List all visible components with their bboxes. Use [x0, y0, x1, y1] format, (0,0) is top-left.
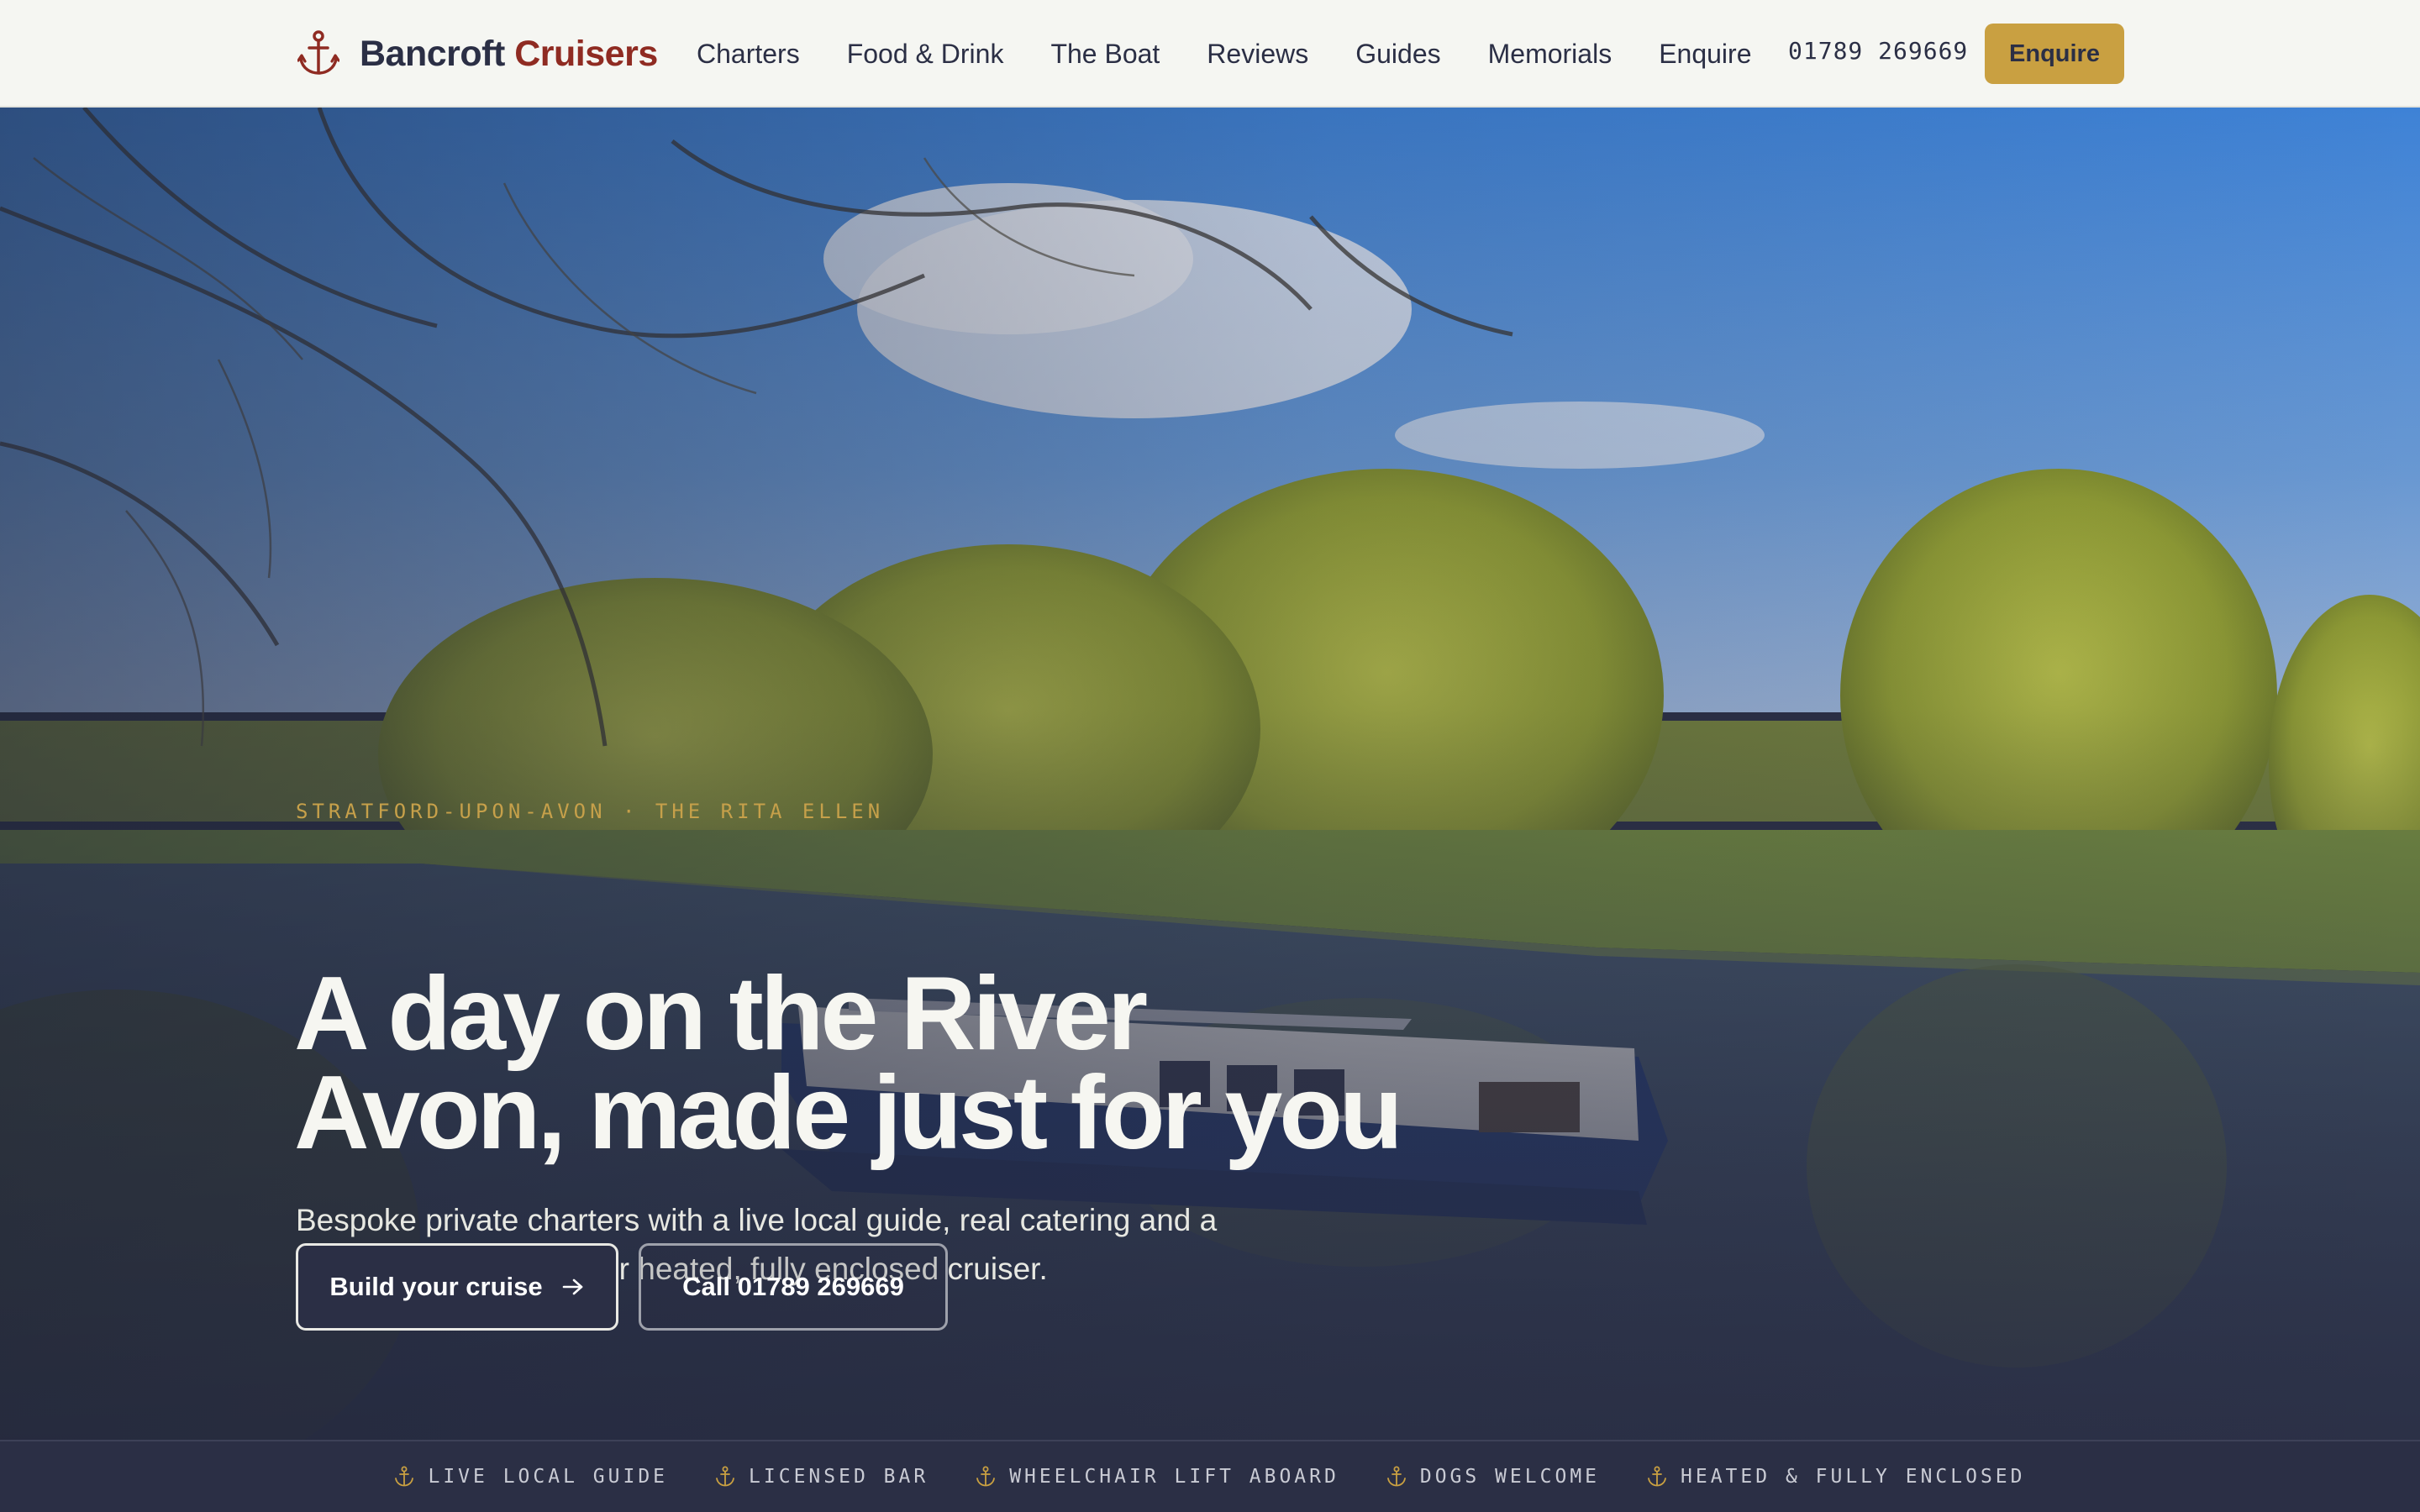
build-your-cruise-button[interactable]: Build your cruise	[296, 1243, 618, 1331]
site-header: Bancroft Cruisers Charters Food & Drink …	[0, 0, 2420, 108]
nav-item-memorials[interactable]: Memorials	[1488, 39, 1612, 70]
feature-label: DOGS WELCOME	[1419, 1466, 1601, 1488]
anchor-icon	[1386, 1466, 1406, 1487]
feature-strip: LIVE LOCAL GUIDE LICENSED BAR WHEELCHAIR…	[0, 1440, 2420, 1512]
anchor-icon	[716, 1466, 734, 1487]
arrow-right-icon	[562, 1278, 582, 1295]
feature-item: DOGS WELCOME	[1386, 1466, 1600, 1488]
nav-item-enquire[interactable]: Enquire	[1659, 39, 1751, 70]
brand-logo[interactable]: Bancroft Cruisers	[297, 20, 658, 87]
feature-item: LICENSED BAR	[715, 1466, 929, 1488]
hero-title-line-2: Avon, made just for you	[294, 1055, 1403, 1171]
nav-item-guides[interactable]: Guides	[1355, 39, 1440, 70]
hero-eyebrow: STRATFORD-UPON-AVON · THE RITA ELLEN	[296, 800, 885, 823]
feature-label: HEATED & FULLY ENCLOSED	[1681, 1466, 2026, 1488]
feature-item: WHEELCHAIR LIFT ABOARD	[976, 1466, 1339, 1488]
enquire-button[interactable]: Enquire	[1985, 24, 2124, 84]
call-phone-button[interactable]: Call 01789 269669	[639, 1243, 948, 1331]
nav-item-the-boat[interactable]: The Boat	[1050, 39, 1160, 70]
nav-item-charters[interactable]: Charters	[697, 39, 800, 70]
nav-item-reviews[interactable]: Reviews	[1207, 39, 1308, 70]
anchor-icon	[297, 30, 339, 75]
feature-label: WHEELCHAIR LIFT ABOARD	[1009, 1466, 1339, 1488]
anchor-icon	[976, 1466, 996, 1487]
nav-item-food-drink[interactable]: Food & Drink	[847, 39, 1004, 70]
hero-section: STRATFORD-UPON-AVON · THE RITA ELLEN A d…	[0, 108, 2420, 1440]
hero-title: A day on the River Avon, made just for y…	[294, 956, 1555, 1171]
build-your-cruise-label: Build your cruise	[329, 1272, 543, 1301]
feature-label: LICENSED BAR	[749, 1466, 929, 1488]
hero-title-line-1: A day on the River	[294, 956, 1148, 1072]
main-nav: Charters Food & Drink The Boat Reviews G…	[697, 27, 1751, 81]
anchor-icon	[1648, 1466, 1666, 1487]
feature-item: HEATED & FULLY ENCLOSED	[1647, 1466, 2026, 1488]
brand-wordmark: Bancroft Cruisers	[360, 34, 658, 75]
feature-item: LIVE LOCAL GUIDE	[394, 1466, 668, 1488]
brand-accent: Cruisers	[514, 33, 658, 74]
feature-label: LIVE LOCAL GUIDE	[428, 1466, 669, 1488]
anchor-icon	[395, 1466, 414, 1487]
header-phone-link[interactable]: 01789 269669	[1788, 37, 1968, 65]
brand-name: Bancroft	[360, 33, 505, 74]
